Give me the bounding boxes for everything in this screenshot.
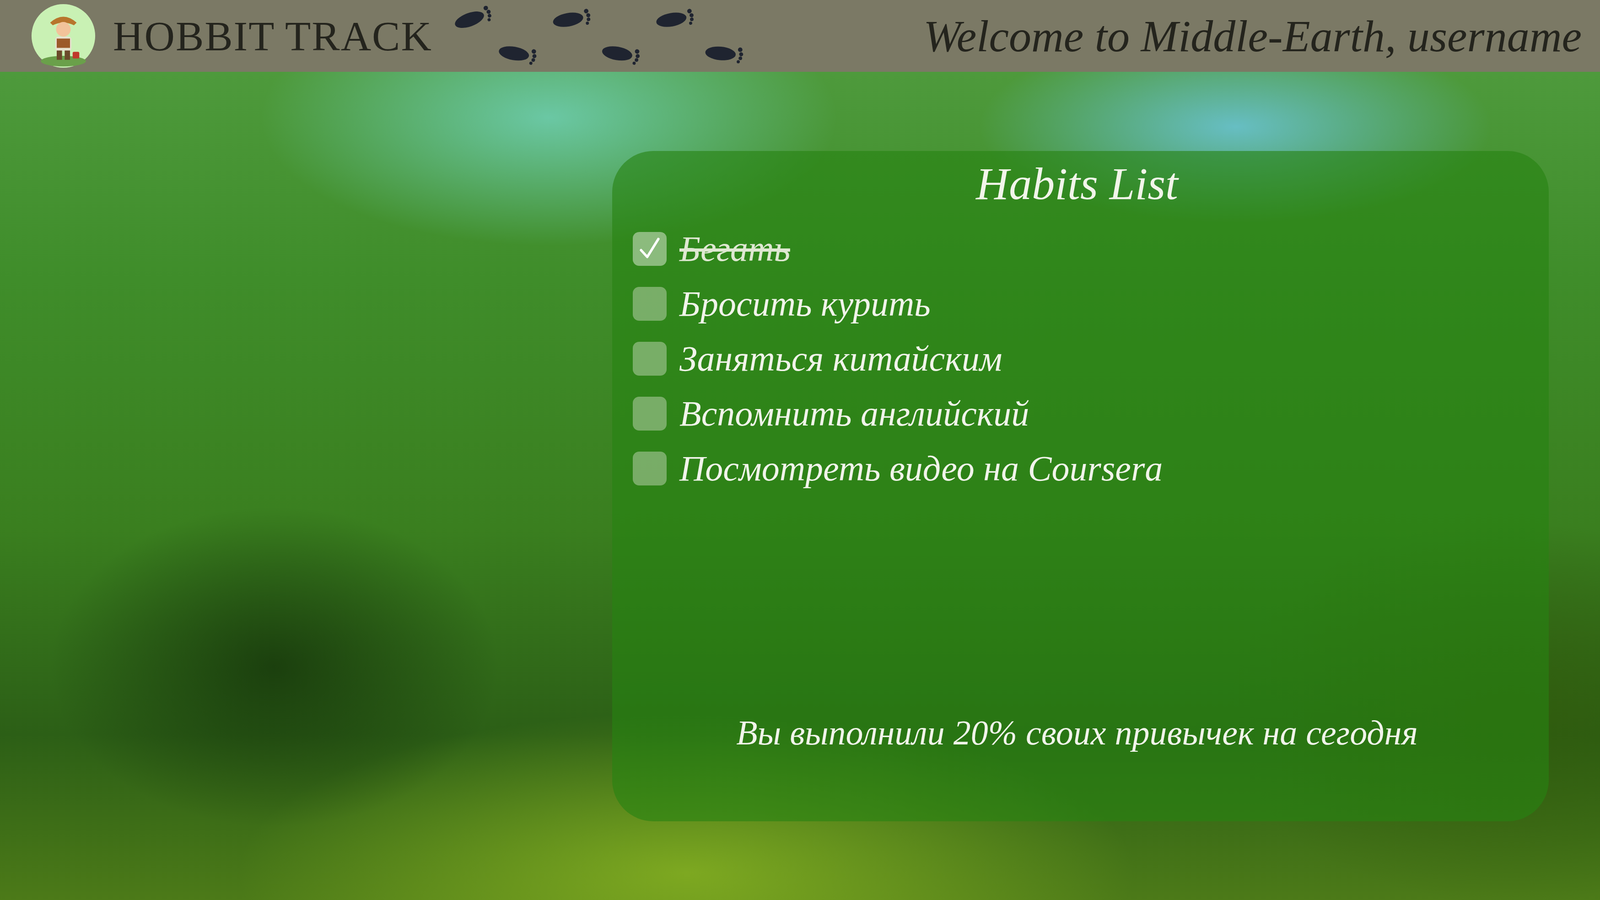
brand[interactable]: HOBBIT TRACK: [30, 2, 433, 70]
greeting: Welcome to Middle-Earth, username: [923, 10, 1582, 62]
background-scene: Habits List Бегать Бросить курить Занять…: [0, 71, 1600, 900]
top-bar: HOBBIT TRACK Welcome to Middle-Earth, us…: [0, 0, 1600, 72]
habit-label: Заняться китайским: [679, 338, 1003, 380]
habit-label: Бегать: [679, 228, 791, 270]
footprints-icon: [441, 0, 758, 72]
panel-title: Habits List: [632, 157, 1522, 211]
habits-list: Бегать Бросить курить Заняться китайским…: [632, 228, 1522, 490]
habit-item[interactable]: Заняться китайским: [632, 338, 1522, 380]
habit-item[interactable]: Посмотреть видео на Coursera: [632, 447, 1522, 490]
progress-summary: Вы выполнили 20% своих привычек на сегод…: [632, 712, 1522, 753]
habit-checkbox[interactable]: [632, 231, 667, 266]
habit-checkbox[interactable]: [632, 451, 667, 486]
check-icon: [637, 236, 663, 262]
app-name: HOBBIT TRACK: [113, 11, 433, 61]
habit-item[interactable]: Вспомнить английский: [632, 393, 1522, 435]
habit-item[interactable]: Бегать: [632, 228, 1522, 270]
habit-item[interactable]: Бросить курить: [632, 283, 1522, 325]
hobbit-logo-icon: [30, 2, 97, 70]
habit-label: Посмотреть видео на Coursera: [679, 447, 1163, 490]
habit-checkbox[interactable]: [632, 286, 667, 321]
habits-panel: Habits List Бегать Бросить курить Занять…: [612, 150, 1549, 822]
page: HOBBIT TRACK Welcome to Middle-Earth, us…: [0, 0, 1600, 900]
habit-checkbox[interactable]: [632, 341, 667, 376]
habit-checkbox[interactable]: [632, 396, 667, 431]
habit-label: Бросить курить: [679, 283, 931, 325]
habit-label: Вспомнить английский: [679, 393, 1029, 435]
